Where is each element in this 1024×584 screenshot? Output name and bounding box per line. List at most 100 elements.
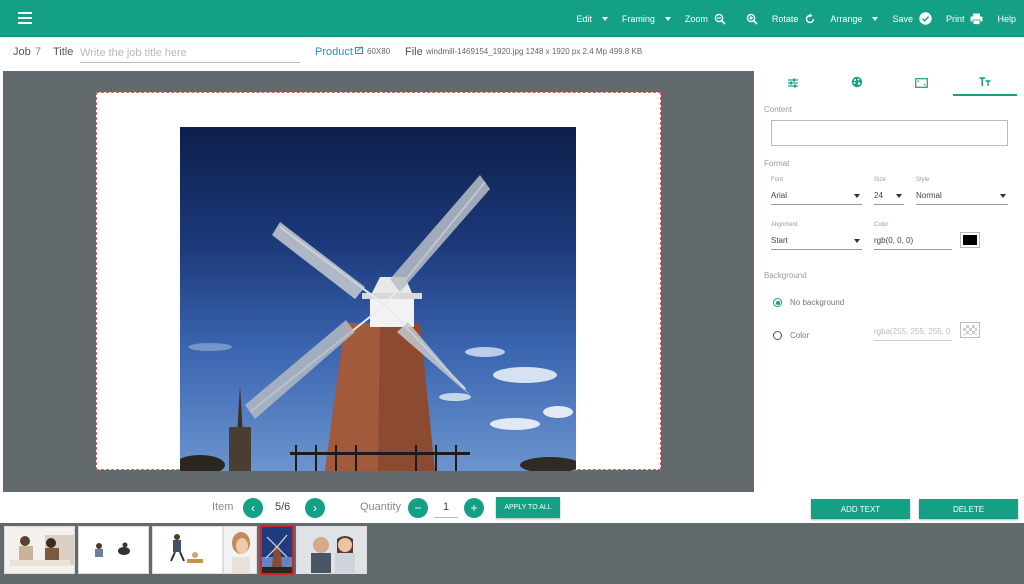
color-value: rgb(0, 0, 0) <box>874 236 914 245</box>
thumbnail-family-on-sofa[interactable] <box>4 526 75 574</box>
apply-to-all-button[interactable]: APPLY TO ALL <box>496 497 560 518</box>
check-circle-icon <box>919 12 932 25</box>
product-label[interactable]: Product <box>315 46 353 58</box>
save-button[interactable]: Save <box>892 12 932 25</box>
windmill-image <box>180 175 576 471</box>
edit-label: Edit <box>576 13 592 24</box>
no-background-radio[interactable] <box>773 298 782 307</box>
size-select[interactable]: 24 <box>874 189 904 205</box>
woman-thumbnail-image <box>224 527 256 573</box>
toys-thumbnail-image <box>79 527 148 573</box>
tab-text[interactable] <box>953 71 1017 96</box>
chevron-right-icon: › <box>313 501 317 515</box>
item-position: 5/6 <box>275 501 291 513</box>
next-item-button[interactable]: › <box>305 498 325 518</box>
tab-adjust[interactable] <box>761 71 825 96</box>
frame-icon <box>914 75 928 93</box>
caret-down-icon <box>1000 194 1006 198</box>
size-value: 24 <box>874 191 883 200</box>
add-text-button[interactable]: ADD TEXT <box>811 499 910 519</box>
file-info: windmill-1469154_1920.jpg 1248 x 1920 px… <box>426 47 643 56</box>
style-value: Normal <box>916 191 942 200</box>
print-label: Print <box>945 13 965 24</box>
thumbnail-windmill[interactable] <box>260 525 294 575</box>
rotate-button[interactable]: Rotate <box>772 13 817 25</box>
color-value-field[interactable]: rgb(0, 0, 0) <box>874 234 952 250</box>
thumbnail-couple-portrait[interactable] <box>296 526 367 574</box>
zoom-in-button[interactable] <box>740 13 758 25</box>
arrange-label: Arrange <box>830 13 863 24</box>
title-label: Title <box>53 46 74 58</box>
transparent-pattern <box>963 325 977 335</box>
printer-icon <box>970 13 983 25</box>
job-number: 7 <box>35 46 42 58</box>
caret-down-icon <box>854 194 860 198</box>
delete-button[interactable]: DELETE <box>919 499 1018 519</box>
thumbnail-woman-portrait[interactable] <box>223 526 257 574</box>
style-select[interactable]: Normal <box>916 189 1008 205</box>
product-edit-icon[interactable] <box>355 46 364 58</box>
zoom-in-icon <box>746 13 758 25</box>
save-label: Save <box>892 13 913 24</box>
alignment-value: Start <box>771 236 788 245</box>
editor-canvas[interactable] <box>3 71 754 492</box>
item-navigation: Item ‹ 5/6 › Quantity − 1 + APPLY TO ALL <box>0 494 756 522</box>
quantity-label: Quantity <box>360 501 401 513</box>
format-label: Format <box>764 159 790 168</box>
print-page[interactable] <box>96 92 661 471</box>
quantity-input[interactable]: 1 <box>434 496 458 518</box>
arrange-menu[interactable]: Arrange <box>830 13 879 24</box>
framing-menu[interactable]: Framing <box>622 14 671 24</box>
content-textarea[interactable] <box>771 120 1008 146</box>
increase-quantity-button[interactable]: + <box>464 498 484 518</box>
background-label: Background <box>764 271 807 280</box>
background-color-swatch[interactable] <box>960 322 980 338</box>
product-size: 60X80 <box>367 47 391 56</box>
family-thumbnail-image <box>5 527 74 573</box>
sled-thumbnail-image <box>153 527 222 573</box>
framing-label: Framing <box>621 13 655 24</box>
windmill-thumbnail-image <box>262 527 292 573</box>
color-option-label: Color <box>790 331 810 340</box>
top-toolbar: Edit Framing Zoom Rotate Arrange Save Pr… <box>0 0 1024 37</box>
zoom-out-button[interactable]: Zoom <box>685 13 726 25</box>
font-value: Arial <box>771 191 788 200</box>
size-label: Size <box>874 177 886 183</box>
decrease-quantity-button[interactable]: − <box>408 498 428 518</box>
file-label: File <box>405 46 423 58</box>
palette-icon <box>851 75 863 93</box>
plus-icon: + <box>470 501 478 515</box>
adjust-icon <box>787 75 799 93</box>
item-label: Item <box>212 501 234 513</box>
caret-down-icon <box>854 239 860 243</box>
minus-icon: − <box>414 501 422 515</box>
caret-down-icon <box>872 16 879 21</box>
couple-thumbnail-image <box>297 527 366 573</box>
tab-frame[interactable] <box>889 71 953 96</box>
title-input[interactable] <box>80 43 300 63</box>
thumbnail-child-with-sled[interactable] <box>152 526 223 574</box>
caret-down-icon <box>664 16 671 21</box>
job-label: Job <box>13 46 31 58</box>
background-color-input[interactable]: rgba(255, 255, 255, 0 <box>874 325 952 341</box>
font-select[interactable]: Arial <box>771 189 862 205</box>
alignment-label: Alignment <box>771 222 798 228</box>
thumbnail-toys-on-floor[interactable] <box>78 526 149 574</box>
text-icon <box>979 74 991 92</box>
content-label: Content <box>764 105 793 114</box>
swatch-fill <box>963 235 977 245</box>
alignment-select[interactable]: Start <box>771 234 862 250</box>
no-background-label: No background <box>790 298 845 307</box>
hamburger-icon[interactable] <box>18 12 32 24</box>
color-background-radio[interactable] <box>773 331 782 340</box>
windmill-photo[interactable] <box>180 127 576 471</box>
help-button[interactable]: Help <box>997 14 1016 24</box>
toolbar-menu: Edit Framing Zoom Rotate Arrange Save Pr… <box>562 0 1016 37</box>
edit-menu[interactable]: Edit <box>576 14 608 24</box>
previous-item-button[interactable]: ‹ <box>243 498 263 518</box>
tab-palette[interactable] <box>825 71 889 96</box>
rotate-icon <box>804 13 816 25</box>
caret-down-icon <box>896 194 902 198</box>
text-color-swatch[interactable] <box>960 232 980 248</box>
print-button[interactable]: Print <box>946 13 984 25</box>
